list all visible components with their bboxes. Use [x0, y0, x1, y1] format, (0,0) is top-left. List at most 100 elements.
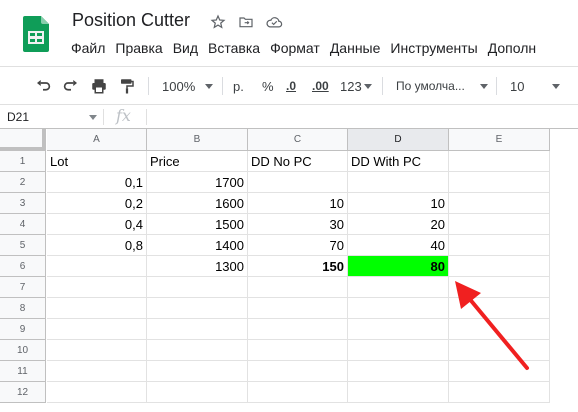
- cell-d4[interactable]: 20: [348, 214, 449, 235]
- cell-e10[interactable]: [449, 340, 550, 361]
- row-header-8[interactable]: 8: [0, 298, 46, 319]
- cell-a10[interactable]: [47, 340, 147, 361]
- cell-c11[interactable]: [248, 361, 348, 382]
- cell-d9[interactable]: [348, 319, 449, 340]
- zoom-select[interactable]: 100%: [162, 76, 214, 96]
- cell-b2[interactable]: 1700: [147, 172, 248, 193]
- cell-a1[interactable]: Lot: [47, 151, 147, 172]
- cell-e11[interactable]: [449, 361, 550, 382]
- cell-e3[interactable]: [449, 193, 550, 214]
- decrease-decimal-button[interactable]: .0: [286, 76, 296, 96]
- cell-e5[interactable]: [449, 235, 550, 256]
- cell-e1[interactable]: [449, 151, 550, 172]
- cell-b7[interactable]: [147, 277, 248, 298]
- row-header-9[interactable]: 9: [0, 319, 46, 340]
- cell-e12[interactable]: [449, 382, 550, 403]
- row-header-4[interactable]: 4: [0, 214, 46, 235]
- cell-d6[interactable]: 80: [348, 256, 449, 277]
- cell-b5[interactable]: 1400: [147, 235, 248, 256]
- cell-e9[interactable]: [449, 319, 550, 340]
- cloud-status-icon[interactable]: [265, 13, 283, 31]
- column-header-e[interactable]: E: [449, 129, 550, 151]
- cell-c7[interactable]: [248, 277, 348, 298]
- cell-b1[interactable]: Price: [147, 151, 248, 172]
- row-header-7[interactable]: 7: [0, 277, 46, 298]
- menu-view[interactable]: Вид: [168, 38, 203, 58]
- paint-format-icon[interactable]: [118, 76, 136, 96]
- cell-c12[interactable]: [248, 382, 348, 403]
- currency-format-button[interactable]: р.: [233, 76, 244, 96]
- percent-format-button[interactable]: %: [262, 76, 274, 96]
- more-formats-select[interactable]: 123: [340, 76, 372, 96]
- cell-e7[interactable]: [449, 277, 550, 298]
- menu-data[interactable]: Данные: [325, 38, 386, 58]
- cell-d11[interactable]: [348, 361, 449, 382]
- cell-b8[interactable]: [147, 298, 248, 319]
- menu-format[interactable]: Формат: [265, 38, 325, 58]
- cell-a9[interactable]: [47, 319, 147, 340]
- row-header-11[interactable]: 11: [0, 361, 46, 382]
- menu-insert[interactable]: Вставка: [203, 38, 265, 58]
- cell-d12[interactable]: [348, 382, 449, 403]
- cell-a6[interactable]: [47, 256, 147, 277]
- print-icon[interactable]: [90, 76, 108, 96]
- cell-d3[interactable]: 10: [348, 193, 449, 214]
- move-folder-icon[interactable]: [237, 13, 255, 31]
- increase-decimal-button[interactable]: .00: [312, 76, 329, 96]
- undo-icon[interactable]: [34, 76, 52, 96]
- cell-a2[interactable]: 0,1: [47, 172, 147, 193]
- cell-a8[interactable]: [47, 298, 147, 319]
- cell-e6[interactable]: [449, 256, 550, 277]
- cell-d1[interactable]: DD With PC: [348, 151, 449, 172]
- row-header-5[interactable]: 5: [0, 235, 46, 256]
- select-all-corner[interactable]: [0, 129, 46, 151]
- cell-c9[interactable]: [248, 319, 348, 340]
- cell-c1[interactable]: DD No PC: [248, 151, 348, 172]
- row-header-12[interactable]: 12: [0, 382, 46, 403]
- menu-tools[interactable]: Инструменты: [385, 38, 482, 58]
- cell-a11[interactable]: [47, 361, 147, 382]
- cell-d7[interactable]: [348, 277, 449, 298]
- row-header-10[interactable]: 10: [0, 340, 46, 361]
- cell-d2[interactable]: [348, 172, 449, 193]
- cell-e4[interactable]: [449, 214, 550, 235]
- cell-d8[interactable]: [348, 298, 449, 319]
- column-header-a[interactable]: A: [47, 129, 147, 151]
- row-header-3[interactable]: 3: [0, 193, 46, 214]
- cell-c2[interactable]: [248, 172, 348, 193]
- cell-c8[interactable]: [248, 298, 348, 319]
- cell-c4[interactable]: 30: [248, 214, 348, 235]
- cell-b9[interactable]: [147, 319, 248, 340]
- cell-d5[interactable]: 40: [348, 235, 449, 256]
- cell-e2[interactable]: [449, 172, 550, 193]
- cell-e8[interactable]: [449, 298, 550, 319]
- name-box[interactable]: D21: [0, 105, 103, 129]
- column-header-d[interactable]: D: [348, 129, 449, 151]
- star-icon[interactable]: [209, 13, 227, 31]
- cell-c3[interactable]: 10: [248, 193, 348, 214]
- cell-c6[interactable]: 150: [248, 256, 348, 277]
- font-size-select[interactable]: 10: [510, 76, 560, 96]
- cell-a12[interactable]: [47, 382, 147, 403]
- cell-c5[interactable]: 70: [248, 235, 348, 256]
- document-title[interactable]: Position Cutter: [72, 10, 190, 31]
- cell-b3[interactable]: 1600: [147, 193, 248, 214]
- row-header-1[interactable]: 1: [0, 151, 46, 172]
- sheets-logo-icon[interactable]: [23, 16, 49, 52]
- cell-b12[interactable]: [147, 382, 248, 403]
- cell-a7[interactable]: [47, 277, 147, 298]
- column-header-b[interactable]: B: [147, 129, 248, 151]
- row-header-2[interactable]: 2: [0, 172, 46, 193]
- font-family-select[interactable]: По умолча...: [396, 76, 488, 96]
- cell-b6[interactable]: 1300: [147, 256, 248, 277]
- redo-icon[interactable]: [62, 76, 80, 96]
- cell-b4[interactable]: 1500: [147, 214, 248, 235]
- cell-a3[interactable]: 0,2: [47, 193, 147, 214]
- cell-b10[interactable]: [147, 340, 248, 361]
- cell-a5[interactable]: 0,8: [47, 235, 147, 256]
- cell-a4[interactable]: 0,4: [47, 214, 147, 235]
- column-header-c[interactable]: C: [248, 129, 348, 151]
- cell-d10[interactable]: [348, 340, 449, 361]
- cell-c10[interactable]: [248, 340, 348, 361]
- row-header-6[interactable]: 6: [0, 256, 46, 277]
